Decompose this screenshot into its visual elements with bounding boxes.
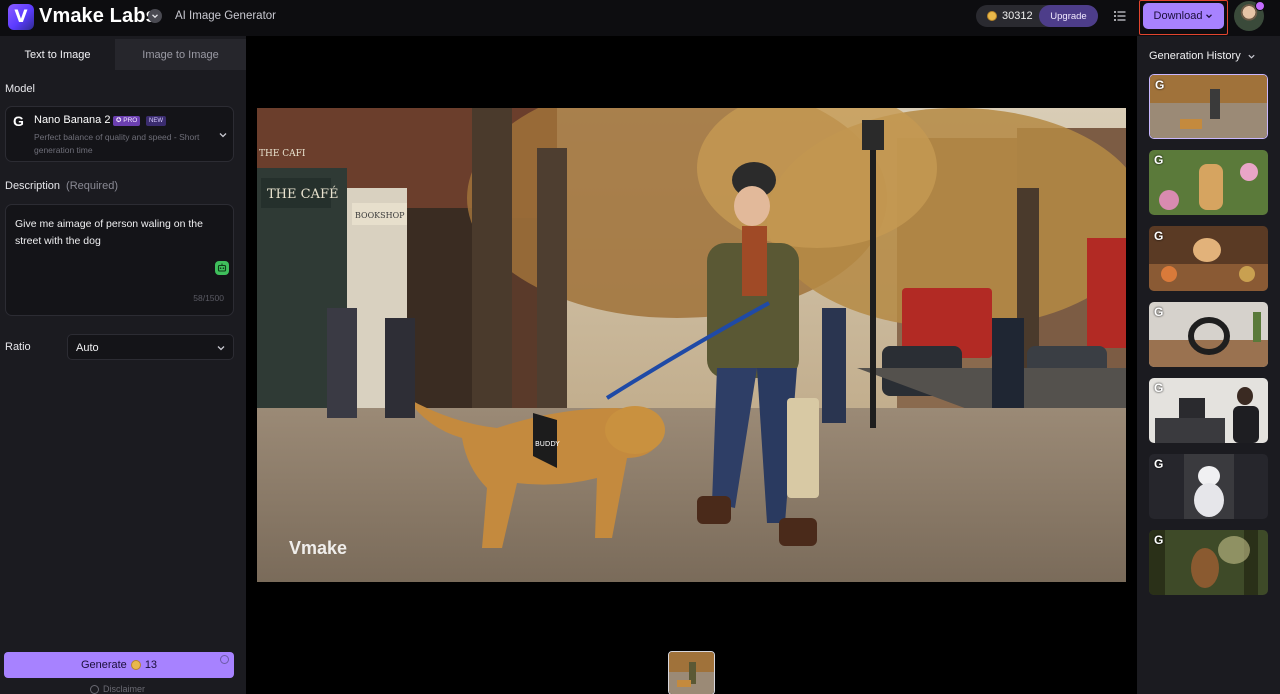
google-g-icon: G (1154, 533, 1164, 547)
history-item[interactable]: G (1149, 74, 1268, 139)
vmake-watermark: Vmake (289, 538, 348, 558)
chevron-down-icon (1206, 14, 1213, 19)
current-image-thumbnail[interactable] (668, 651, 715, 694)
history-title: Generation History (1149, 50, 1241, 62)
prompt-enhance-icon[interactable] (215, 261, 229, 275)
top-bar: V Vmake Labs AI Image Generator 30312 Up… (0, 0, 1280, 36)
generation-history-panel: Generation History G G G G G G G (1137, 36, 1280, 694)
generate-cost: 13 (144, 659, 158, 671)
chevron-down-icon (219, 133, 227, 138)
model-name: Nano Banana 2 (34, 114, 111, 126)
upgrade-button[interactable]: Upgrade (1039, 5, 1098, 27)
disclaimer-link[interactable]: Disclaimer (90, 684, 145, 694)
google-g-icon: G (1154, 229, 1164, 243)
sign-top-cafe: THE CAFI (259, 149, 306, 159)
google-g-icon: G (1154, 457, 1164, 471)
history-item[interactable]: G (1149, 454, 1268, 519)
sign-cafe: THE CAFÉ (267, 186, 338, 202)
history-item[interactable]: G (1149, 302, 1268, 367)
credits-pill[interactable]: 30312 Upgrade (976, 5, 1098, 27)
ratio-value: Auto (76, 342, 99, 354)
model-section-label: Model (5, 83, 35, 95)
chevron-down-icon (217, 346, 225, 351)
google-g-icon: G (1154, 305, 1164, 319)
generate-label: Generate (80, 659, 127, 671)
pro-badge: ✪ PRO (113, 116, 141, 126)
page-subtitle: AI Image Generator (175, 10, 276, 22)
dog-harness-text: BUDDY (535, 440, 560, 448)
disclaimer-label: Disclaimer (103, 684, 146, 694)
description-section-label: Description (Required) (5, 180, 118, 192)
google-g-icon: G (1154, 381, 1164, 395)
ratio-select[interactable]: Auto (67, 334, 234, 360)
brand-menu-chevron-icon[interactable] (148, 9, 162, 23)
description-textarea[interactable]: Give me aimage of person waling on the s… (5, 204, 234, 316)
info-icon[interactable] (220, 655, 229, 664)
ratio-label: Ratio (5, 341, 31, 353)
sign-bookshop: BOOKSHOP (355, 211, 405, 220)
history-item[interactable]: G (1149, 530, 1268, 595)
description-label: Description (5, 180, 61, 192)
left-panel: Text to Image Image to Image Model G Nan… (0, 36, 246, 694)
new-badge: NEW (146, 116, 166, 126)
coin-icon (130, 660, 141, 670)
chevron-down-icon (1248, 54, 1255, 59)
description-value: Give me aimage of person waling on the s… (15, 218, 203, 247)
tab-image-to-image[interactable]: Image to Image (115, 39, 246, 70)
download-button[interactable]: Download (1143, 3, 1224, 29)
logo-letter: V (14, 7, 28, 27)
generated-image[interactable]: THE CAFÉ BOOKSHOP THE CAFI BUDDY Vmake (257, 108, 1126, 582)
google-g-icon: G (1154, 153, 1164, 167)
info-circle-icon (90, 684, 99, 694)
generation-history-dropdown[interactable]: Generation History (1149, 50, 1256, 62)
model-selector[interactable]: G Nano Banana 2 ✪ PRO NEW Perfect balanc… (5, 106, 234, 162)
credits-count: 30312 (1002, 10, 1033, 22)
brand-name[interactable]: Vmake Labs (39, 5, 157, 28)
task-list-icon[interactable] (1113, 9, 1127, 23)
description-required-hint: (Required) (66, 180, 118, 192)
character-count: 58/1500 (193, 293, 224, 303)
google-g-icon: G (1155, 78, 1165, 92)
google-g-icon: G (13, 113, 24, 129)
vmake-logo-icon[interactable]: V (8, 4, 34, 30)
history-item[interactable]: G (1149, 226, 1268, 291)
avatar-notification-badge (1255, 1, 1265, 11)
coin-icon (987, 11, 997, 21)
history-item[interactable]: G (1149, 378, 1268, 443)
download-label: Download (1153, 10, 1203, 22)
generate-button[interactable]: Generate 13 (4, 652, 234, 678)
history-item[interactable]: G (1149, 150, 1268, 215)
model-description: Perfect balance of quality and speed - S… (34, 132, 200, 155)
tab-text-to-image[interactable]: Text to Image (0, 39, 115, 70)
